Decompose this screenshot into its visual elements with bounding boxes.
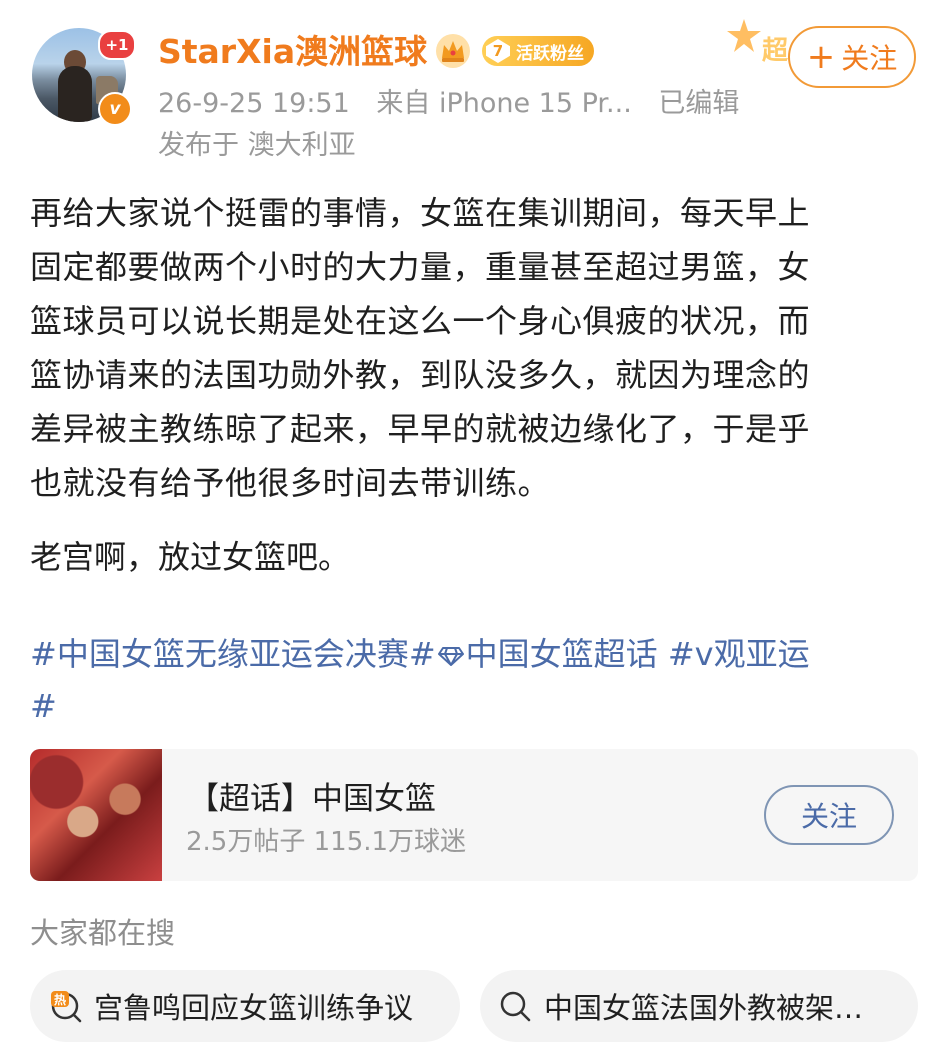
post-body-line: 篮球员可以说长期是处在这么一个身心俱疲的状况，而 <box>30 302 811 340</box>
search-suggestion[interactable]: 中国女篮法国外教被架… <box>480 970 918 1042</box>
hashtag-link[interactable]: #中国女篮无缘亚运会决赛# <box>30 635 436 673</box>
post-location: 发布于 澳大利亚 <box>158 130 356 161</box>
post-body-line: 差异被主教练晾了起来，早早的就被边缘化了，于是乎 <box>30 410 811 448</box>
plus-icon: + <box>806 37 836 77</box>
topic-stats: 2.5万帖子 115.1万球迷 <box>186 827 467 857</box>
search-suggestion[interactable]: 热 宫鲁鸣回应女篮训练争议 <box>30 970 460 1042</box>
hot-search-icon: 热 <box>51 991 82 1023</box>
search-icon <box>500 991 531 1022</box>
super-topic-diamond-icon <box>437 647 464 666</box>
topic-title: 【超话】中国女篮 <box>188 781 436 817</box>
fan-level-badge[interactable]: 7 活跃粉丝 <box>482 36 594 66</box>
follow-button[interactable]: + 关注 <box>788 26 916 88</box>
super-topic-link[interactable]: 中国女篮超话 <box>466 635 658 673</box>
search-suggestion-text: 中国女篮法国外教被架… <box>544 991 864 1025</box>
topic-thumbnail <box>30 749 162 881</box>
post-body: 再给大家说个挺雷的事情，女篮在集训期间，每天早上 固定都要做两个小时的大力量，重… <box>30 186 920 510</box>
post-body-line: 篮协请来的法国功勋外教，到队没多久，就因为理念的 <box>30 356 811 394</box>
fan-level-number: 7 <box>486 39 510 63</box>
post-body-line: 再给大家说个挺雷的事情，女篮在集训期间，每天早上 <box>30 194 811 232</box>
super-deco-label: 超 <box>762 36 789 66</box>
svg-text:热: 热 <box>54 992 66 1007</box>
post-time: 26-9-25 19:51 <box>158 88 350 119</box>
post-tags: #中国女篮无缘亚运会决赛# 中国女篮超话 #v观亚运 # <box>30 628 920 732</box>
username[interactable]: StarXia澳洲篮球 <box>158 30 427 74</box>
post-edited[interactable]: 已编辑 <box>658 88 739 119</box>
topic-follow-button[interactable]: 关注 <box>764 785 894 845</box>
super-topic-card[interactable]: 【超话】中国女篮 2.5万帖子 115.1万球迷 关注 <box>30 749 918 881</box>
search-suggestion-text: 宫鲁鸣回应女篮训练争议 <box>94 991 414 1025</box>
fan-level-label: 活跃粉丝 <box>516 43 584 64</box>
hashtag-link[interactable]: #v观亚运 <box>668 635 810 673</box>
crown-icon <box>436 34 470 68</box>
post-source: 来自 iPhone 15 Pr... <box>376 88 632 119</box>
trending-search-label: 大家都在搜 <box>30 916 176 950</box>
post-body-line: 固定都要做两个小时的大力量，重量甚至超过男篮，女 <box>30 248 811 286</box>
avatar-person <box>58 66 92 122</box>
follow-label: 关注 <box>841 42 898 75</box>
verified-icon: v <box>98 92 132 126</box>
post-body-paragraph: 老宫啊，放过女篮吧。 <box>30 538 351 576</box>
post-body-line: 也就没有给予他很多时间去带训练。 <box>30 464 551 502</box>
post-meta: 26-9-25 19:51 来自 iPhone 15 Pr... 已编辑 <box>158 84 757 124</box>
star-icon <box>727 19 761 52</box>
notification-badge: +1 <box>98 30 136 60</box>
hashtag-end[interactable]: # <box>30 687 57 725</box>
